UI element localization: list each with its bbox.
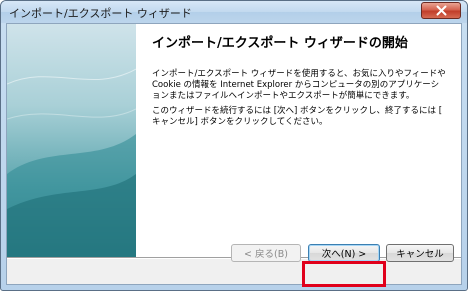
close-button[interactable] [421,2,461,19]
cancel-button[interactable]: キャンセル [386,244,454,262]
next-button-highlight-annotation [302,261,386,287]
close-icon [436,5,446,16]
window-title: インポート/エクスポート ウィザード [9,7,192,20]
wizard-content: インポート/エクスポート ウィザードの開始 インポート/エクスポート ウィザード… [7,24,461,257]
back-button[interactable]: < 戻る(B) [231,244,301,262]
wizard-instructions: このウィザードを続行するには [次へ] ボタンをクリックし、終了するには [ キ… [152,106,443,127]
sidebar-swoosh-decoration [7,68,136,257]
wizard-heading: インポート/エクスポート ウィザードの開始 [152,36,408,51]
wizard-sidebar-graphic [7,24,136,257]
next-button[interactable]: 次へ(N) > [308,244,380,262]
wizard-description: インポート/エクスポート ウィザードを使用すると、お気に入りやフィードや Coo… [152,69,446,101]
wizard-window: インポート/エクスポート ウィザード インポート/エクスポート ウィザードの開始… [0,0,468,291]
title-bar[interactable]: インポート/エクスポート ウィザード [1,1,467,23]
